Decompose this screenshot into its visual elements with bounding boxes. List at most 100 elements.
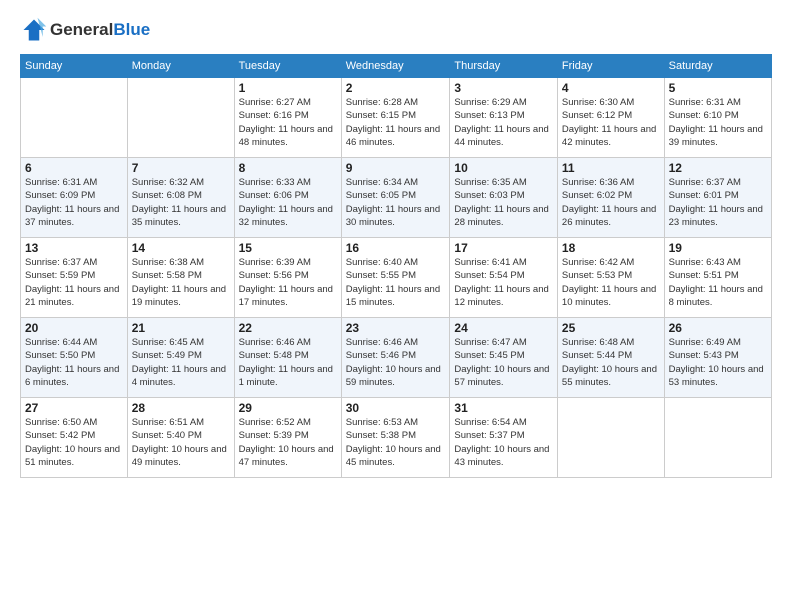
day-info: Sunrise: 6:34 AM Sunset: 6:05 PM Dayligh… (346, 176, 446, 229)
day-info: Sunrise: 6:52 AM Sunset: 5:39 PM Dayligh… (239, 416, 337, 469)
day-number: 22 (239, 321, 337, 335)
day-info: Sunrise: 6:49 AM Sunset: 5:43 PM Dayligh… (669, 336, 767, 389)
day-number: 8 (239, 161, 337, 175)
day-number: 28 (132, 401, 230, 415)
calendar-cell: 15Sunrise: 6:39 AM Sunset: 5:56 PM Dayli… (234, 238, 341, 318)
day-info: Sunrise: 6:43 AM Sunset: 5:51 PM Dayligh… (669, 256, 767, 309)
calendar-cell: 25Sunrise: 6:48 AM Sunset: 5:44 PM Dayli… (557, 318, 664, 398)
day-info: Sunrise: 6:42 AM Sunset: 5:53 PM Dayligh… (562, 256, 660, 309)
calendar-cell: 30Sunrise: 6:53 AM Sunset: 5:38 PM Dayli… (341, 398, 450, 478)
day-info: Sunrise: 6:53 AM Sunset: 5:38 PM Dayligh… (346, 416, 446, 469)
day-info: Sunrise: 6:37 AM Sunset: 5:59 PM Dayligh… (25, 256, 123, 309)
calendar-cell: 10Sunrise: 6:35 AM Sunset: 6:03 PM Dayli… (450, 158, 558, 238)
calendar-cell: 22Sunrise: 6:46 AM Sunset: 5:48 PM Dayli… (234, 318, 341, 398)
calendar-week-row: 20Sunrise: 6:44 AM Sunset: 5:50 PM Dayli… (21, 318, 772, 398)
day-info: Sunrise: 6:54 AM Sunset: 5:37 PM Dayligh… (454, 416, 553, 469)
day-info: Sunrise: 6:28 AM Sunset: 6:15 PM Dayligh… (346, 96, 446, 149)
calendar-cell: 14Sunrise: 6:38 AM Sunset: 5:58 PM Dayli… (127, 238, 234, 318)
calendar: SundayMondayTuesdayWednesdayThursdayFrid… (20, 54, 772, 478)
day-info: Sunrise: 6:32 AM Sunset: 6:08 PM Dayligh… (132, 176, 230, 229)
calendar-cell: 9Sunrise: 6:34 AM Sunset: 6:05 PM Daylig… (341, 158, 450, 238)
day-number: 27 (25, 401, 123, 415)
calendar-cell: 5Sunrise: 6:31 AM Sunset: 6:10 PM Daylig… (664, 78, 771, 158)
day-info: Sunrise: 6:45 AM Sunset: 5:49 PM Dayligh… (132, 336, 230, 389)
header: GeneralBlue (20, 16, 772, 44)
day-number: 5 (669, 81, 767, 95)
day-number: 15 (239, 241, 337, 255)
calendar-cell: 11Sunrise: 6:36 AM Sunset: 6:02 PM Dayli… (557, 158, 664, 238)
day-number: 4 (562, 81, 660, 95)
day-info: Sunrise: 6:33 AM Sunset: 6:06 PM Dayligh… (239, 176, 337, 229)
day-number: 14 (132, 241, 230, 255)
day-info: Sunrise: 6:29 AM Sunset: 6:13 PM Dayligh… (454, 96, 553, 149)
day-number: 19 (669, 241, 767, 255)
calendar-cell (21, 78, 128, 158)
page: GeneralBlue SundayMondayTuesdayWednesday… (0, 0, 792, 612)
weekday-header: Friday (557, 55, 664, 78)
calendar-cell: 13Sunrise: 6:37 AM Sunset: 5:59 PM Dayli… (21, 238, 128, 318)
day-number: 12 (669, 161, 767, 175)
logo-icon (20, 16, 48, 44)
calendar-cell: 31Sunrise: 6:54 AM Sunset: 5:37 PM Dayli… (450, 398, 558, 478)
day-number: 13 (25, 241, 123, 255)
day-info: Sunrise: 6:51 AM Sunset: 5:40 PM Dayligh… (132, 416, 230, 469)
calendar-cell: 20Sunrise: 6:44 AM Sunset: 5:50 PM Dayli… (21, 318, 128, 398)
day-info: Sunrise: 6:41 AM Sunset: 5:54 PM Dayligh… (454, 256, 553, 309)
calendar-cell (664, 398, 771, 478)
calendar-week-row: 13Sunrise: 6:37 AM Sunset: 5:59 PM Dayli… (21, 238, 772, 318)
weekday-header: Monday (127, 55, 234, 78)
day-number: 1 (239, 81, 337, 95)
calendar-cell (557, 398, 664, 478)
calendar-cell: 3Sunrise: 6:29 AM Sunset: 6:13 PM Daylig… (450, 78, 558, 158)
calendar-cell: 8Sunrise: 6:33 AM Sunset: 6:06 PM Daylig… (234, 158, 341, 238)
day-number: 21 (132, 321, 230, 335)
weekday-header: Tuesday (234, 55, 341, 78)
calendar-cell: 1Sunrise: 6:27 AM Sunset: 6:16 PM Daylig… (234, 78, 341, 158)
day-info: Sunrise: 6:46 AM Sunset: 5:48 PM Dayligh… (239, 336, 337, 389)
day-info: Sunrise: 6:39 AM Sunset: 5:56 PM Dayligh… (239, 256, 337, 309)
day-info: Sunrise: 6:35 AM Sunset: 6:03 PM Dayligh… (454, 176, 553, 229)
calendar-cell: 16Sunrise: 6:40 AM Sunset: 5:55 PM Dayli… (341, 238, 450, 318)
calendar-cell: 27Sunrise: 6:50 AM Sunset: 5:42 PM Dayli… (21, 398, 128, 478)
logo-text: GeneralBlue (50, 20, 150, 40)
day-number: 2 (346, 81, 446, 95)
day-info: Sunrise: 6:48 AM Sunset: 5:44 PM Dayligh… (562, 336, 660, 389)
weekday-header: Wednesday (341, 55, 450, 78)
calendar-cell: 6Sunrise: 6:31 AM Sunset: 6:09 PM Daylig… (21, 158, 128, 238)
day-info: Sunrise: 6:36 AM Sunset: 6:02 PM Dayligh… (562, 176, 660, 229)
day-number: 6 (25, 161, 123, 175)
calendar-cell: 2Sunrise: 6:28 AM Sunset: 6:15 PM Daylig… (341, 78, 450, 158)
calendar-cell: 4Sunrise: 6:30 AM Sunset: 6:12 PM Daylig… (557, 78, 664, 158)
day-number: 25 (562, 321, 660, 335)
day-info: Sunrise: 6:50 AM Sunset: 5:42 PM Dayligh… (25, 416, 123, 469)
day-number: 31 (454, 401, 553, 415)
calendar-week-row: 27Sunrise: 6:50 AM Sunset: 5:42 PM Dayli… (21, 398, 772, 478)
day-number: 24 (454, 321, 553, 335)
calendar-cell: 26Sunrise: 6:49 AM Sunset: 5:43 PM Dayli… (664, 318, 771, 398)
day-number: 18 (562, 241, 660, 255)
day-number: 17 (454, 241, 553, 255)
calendar-cell: 23Sunrise: 6:46 AM Sunset: 5:46 PM Dayli… (341, 318, 450, 398)
day-info: Sunrise: 6:47 AM Sunset: 5:45 PM Dayligh… (454, 336, 553, 389)
calendar-cell: 21Sunrise: 6:45 AM Sunset: 5:49 PM Dayli… (127, 318, 234, 398)
day-info: Sunrise: 6:37 AM Sunset: 6:01 PM Dayligh… (669, 176, 767, 229)
weekday-header: Saturday (664, 55, 771, 78)
calendar-cell: 29Sunrise: 6:52 AM Sunset: 5:39 PM Dayli… (234, 398, 341, 478)
calendar-header-row: SundayMondayTuesdayWednesdayThursdayFrid… (21, 55, 772, 78)
day-number: 23 (346, 321, 446, 335)
day-number: 16 (346, 241, 446, 255)
weekday-header: Thursday (450, 55, 558, 78)
weekday-header: Sunday (21, 55, 128, 78)
calendar-cell: 12Sunrise: 6:37 AM Sunset: 6:01 PM Dayli… (664, 158, 771, 238)
day-number: 10 (454, 161, 553, 175)
day-info: Sunrise: 6:31 AM Sunset: 6:09 PM Dayligh… (25, 176, 123, 229)
calendar-cell: 24Sunrise: 6:47 AM Sunset: 5:45 PM Dayli… (450, 318, 558, 398)
day-info: Sunrise: 6:46 AM Sunset: 5:46 PM Dayligh… (346, 336, 446, 389)
day-number: 26 (669, 321, 767, 335)
day-number: 9 (346, 161, 446, 175)
day-info: Sunrise: 6:27 AM Sunset: 6:16 PM Dayligh… (239, 96, 337, 149)
day-info: Sunrise: 6:31 AM Sunset: 6:10 PM Dayligh… (669, 96, 767, 149)
day-number: 7 (132, 161, 230, 175)
day-number: 30 (346, 401, 446, 415)
day-info: Sunrise: 6:38 AM Sunset: 5:58 PM Dayligh… (132, 256, 230, 309)
